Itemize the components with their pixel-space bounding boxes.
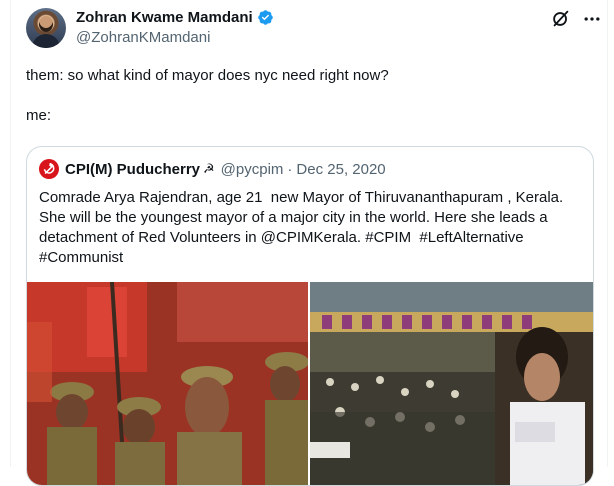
quoted-text-line: #Communist xyxy=(39,249,124,266)
quoted-display-name[interactable]: CPI(M) Puducherry xyxy=(65,161,200,178)
quoted-handle[interactable]: @pycpim xyxy=(221,161,284,178)
timeline-left-border xyxy=(10,0,11,467)
quoted-media-photo-volunteers[interactable] xyxy=(27,282,308,485)
tweet-text-line: them: so what kind of mayor does nyc nee… xyxy=(26,67,389,84)
tweet-text: them: so what kind of mayor does nyc nee… xyxy=(26,66,389,126)
quoted-media-photo-council-hall[interactable] xyxy=(310,282,593,485)
quoted-name-emoji: ☭ xyxy=(203,161,215,176)
verified-badge-icon[interactable] xyxy=(257,9,274,26)
quoted-tweet[interactable]: CPI(M) Puducherry ☭ @pycpim · Dec 25, 20… xyxy=(26,146,594,486)
separator-dot: · xyxy=(287,160,293,178)
author-display-name[interactable]: Zohran Kwame Mamdani xyxy=(76,9,253,26)
quoted-text-line: Comrade Arya Rajendran, age 21 new Mayor… xyxy=(39,189,564,206)
quoted-tweet-header: CPI(M) Puducherry ☭ @pycpim · Dec 25, 20… xyxy=(39,159,386,179)
quoted-date[interactable]: Dec 25, 2020 xyxy=(296,161,385,178)
author-handle[interactable]: @ZohranKMamdani xyxy=(76,29,210,46)
quoted-tweet-text: Comrade Arya Rajendran, age 21 new Mayor… xyxy=(39,188,585,268)
tweet-text-line: me: xyxy=(26,107,52,124)
quoted-text-line: detachment of Red Volunteers in @CPIMKer… xyxy=(39,229,524,246)
timeline-right-border xyxy=(607,0,608,467)
hammer-sickle-icon xyxy=(43,162,55,174)
cpim-logo[interactable] xyxy=(39,159,59,179)
avatar[interactable] xyxy=(26,8,66,48)
author-name-row: Zohran Kwame Mamdani xyxy=(76,9,274,26)
tweet[interactable]: Zohran Kwame Mamdani @ZohranKMamdani the… xyxy=(26,0,600,486)
more-icon[interactable] xyxy=(582,9,602,29)
quoted-text-line: She will be the youngest mayor of a majo… xyxy=(39,209,548,226)
grok-icon[interactable] xyxy=(550,8,572,30)
